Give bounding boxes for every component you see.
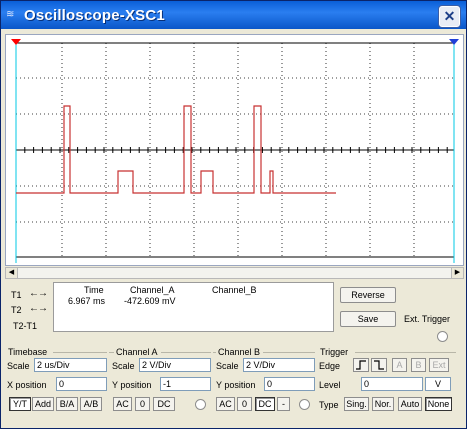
channel-b-ac-button[interactable]: AC <box>216 397 235 411</box>
reverse-button[interactable]: Reverse <box>340 287 396 303</box>
trigger-divider <box>355 352 456 353</box>
x-position-label: X position <box>7 380 47 390</box>
mode-ba-button[interactable]: B/A <box>56 397 78 411</box>
scope-display <box>5 34 464 266</box>
channel-a-ypos-field[interactable]: -1 <box>160 377 211 391</box>
t2-label: T2 <box>11 305 22 315</box>
type-normal-button[interactable]: Nor. <box>372 397 394 411</box>
t2-row: T2 ←→ <box>9 303 55 317</box>
t1-label: T1 <box>11 290 22 300</box>
save-button[interactable]: Save <box>340 311 396 327</box>
channel-b-header: Channel_B <box>212 285 257 295</box>
t1-time-value: 6.967 ms <box>68 296 106 306</box>
mode-yt-button[interactable]: Y/T <box>9 397 31 411</box>
t1-row: T1 ←→ <box>9 288 55 302</box>
scope-screen <box>11 39 459 263</box>
ext-trigger-label: Ext. Trigger <box>404 314 451 324</box>
falling-edge-icon[interactable] <box>371 358 387 372</box>
channel-b-terminal[interactable] <box>299 399 310 410</box>
mode-ab-button[interactable]: A/B <box>80 397 102 411</box>
type-auto-button[interactable]: Auto <box>398 397 422 411</box>
channel-b-divider-right <box>263 352 315 353</box>
channel-a-header: Channel_A <box>130 285 175 295</box>
channel-b-scale-field[interactable]: 2 V/Div <box>243 358 315 372</box>
channel-b-group: Channel B Scale 2 V/Div Y position 0 AC … <box>213 347 315 413</box>
level-unit-field[interactable]: V <box>425 377 451 391</box>
type-single-button[interactable]: Sing. <box>344 397 369 411</box>
t1-move-arrows-icon[interactable]: ←→ <box>29 288 55 300</box>
scroll-left-icon[interactable]: ◀ <box>6 268 18 278</box>
level-label: Level <box>319 380 341 390</box>
time-header: Time <box>84 285 104 295</box>
timebase-divider <box>53 352 107 353</box>
rising-edge-icon[interactable] <box>353 358 369 372</box>
t2-move-arrows-icon[interactable]: ←→ <box>29 303 55 315</box>
channel-a-ac-button[interactable]: AC <box>113 397 132 411</box>
channel-a-scale-field[interactable]: 2 V/Div <box>139 358 211 372</box>
channel-b-ypos-field[interactable]: 0 <box>264 377 315 391</box>
cursor-readout: Time Channel_A Channel_B 6.967 ms -472.6… <box>53 282 334 332</box>
mode-add-button[interactable]: Add <box>32 397 54 411</box>
channel-a-scale-label: Scale <box>112 361 135 371</box>
trigger-group: Trigger Edge A B Ext Level 0 V Type Sing… <box>317 347 457 413</box>
channel-a-zero-button[interactable]: 0 <box>135 397 150 411</box>
trigger-title: Trigger <box>320 347 349 357</box>
channel-b-divider-left <box>213 352 216 353</box>
scroll-right-icon[interactable]: ▶ <box>451 268 463 278</box>
horizontal-scrollbar[interactable]: ◀ ▶ <box>5 267 464 279</box>
trigger-source-b-button[interactable]: B <box>411 358 426 372</box>
type-none-button[interactable]: None <box>425 397 452 411</box>
close-button[interactable]: ✕ <box>439 6 460 27</box>
cursor-t1-marker <box>11 39 21 45</box>
trigger-source-a-button[interactable]: A <box>392 358 407 372</box>
channel-b-zero-button[interactable]: 0 <box>237 397 252 411</box>
channel-a-dc-button[interactable]: DC <box>153 397 175 411</box>
t1-channel-a-value: -472.609 mV <box>124 296 176 306</box>
channel-a-divider-right <box>161 352 211 353</box>
trigger-source-ext-button[interactable]: Ext <box>429 358 449 372</box>
timebase-title: Timebase <box>8 347 48 357</box>
t2-t1-label: T2-T1 <box>13 321 38 331</box>
level-field[interactable]: 0 <box>361 377 423 391</box>
window-title: Oscilloscope-XSC1 <box>24 7 165 24</box>
oscilloscope-window: ≋ Oscilloscope-XSC1 ✕ ◀ ▶ T1 ←→ T2 ←→ T2… <box>0 0 467 429</box>
cursor-panel: T1 ←→ T2 ←→ T2-T1 Time Channel_A Channel… <box>5 282 335 332</box>
channel-b-scale-label: Scale <box>216 361 239 371</box>
channel-a-divider-left <box>109 352 114 353</box>
channel-b-title: Channel B <box>218 347 261 357</box>
timebase-group: Timebase Scale 2 us/Div X position 0 Y/T… <box>5 347 107 413</box>
timebase-scale-field[interactable]: 2 us/Div <box>34 358 107 372</box>
channel-a-terminal[interactable] <box>195 399 206 410</box>
t2-t1-row: T2-T1 <box>11 319 51 333</box>
type-label: Type <box>319 400 339 410</box>
channel-a-group: Channel A Scale 2 V/Div Y position -1 AC… <box>109 347 211 413</box>
timebase-scale-label: Scale <box>7 361 30 371</box>
oscilloscope-icon: ≋ <box>6 9 15 20</box>
channel-b-dc-button[interactable]: DC <box>255 397 275 411</box>
cursor-t2-marker <box>449 39 459 45</box>
channel-a-ypos-label: Y position <box>112 380 152 390</box>
ext-trigger-terminal[interactable] <box>437 331 448 342</box>
x-position-field[interactable]: 0 <box>56 377 107 391</box>
channel-b-ypos-label: Y position <box>216 380 256 390</box>
edge-label: Edge <box>319 361 341 371</box>
channel-a-title: Channel A <box>116 347 158 357</box>
title-bar[interactable]: ≋ Oscilloscope-XSC1 ✕ <box>1 1 466 29</box>
channel-b-minus-button[interactable]: - <box>277 397 290 411</box>
